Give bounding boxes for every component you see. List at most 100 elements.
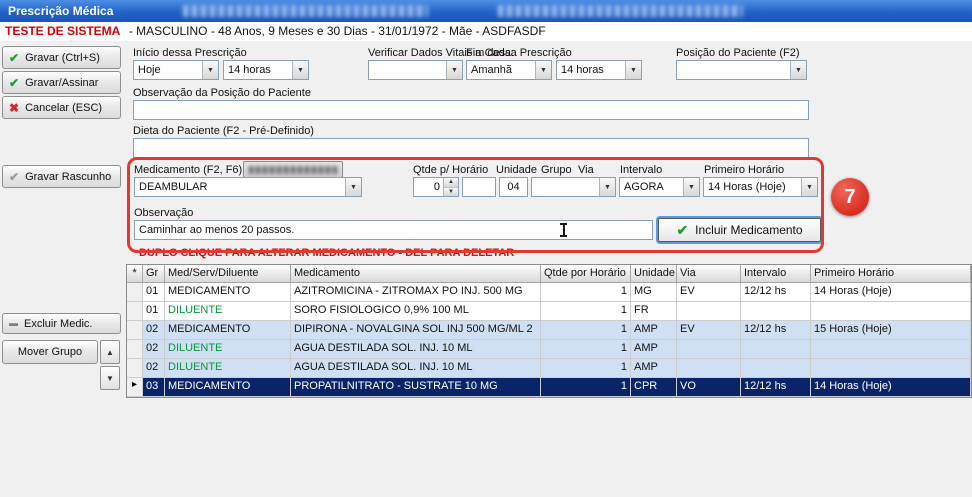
- cell-via: [677, 302, 741, 321]
- cell-medicamento: AGUA DESTILADA SOL. INJ. 10 ML: [291, 340, 541, 359]
- medicamento-select[interactable]: DEAMBULAR ▼: [134, 177, 362, 197]
- save-sign-button-label: Gravar/Assinar: [25, 77, 98, 89]
- row-indicator: [127, 359, 143, 378]
- check-icon: ✔: [9, 52, 19, 64]
- cell-intervalo: 12/12 hs: [741, 283, 811, 302]
- cell-qtde: 1: [541, 283, 631, 302]
- prescription-window: Prescrição Médica TESTE DE SISTEMA - MAS…: [0, 0, 972, 497]
- cell-intervalo: [741, 359, 811, 378]
- cell-via: [677, 340, 741, 359]
- cancel-button[interactable]: ✖ Cancelar (ESC): [2, 96, 121, 119]
- cell-tipo: MEDICAMENTO: [165, 321, 291, 340]
- table-row[interactable]: 02DILUENTEAGUA DESTILADA SOL. INJ. 10 ML…: [127, 359, 971, 378]
- cell-qtde: 1: [541, 340, 631, 359]
- patient-name: TESTE DE SISTEMA: [0, 24, 120, 38]
- qtde-horario-label: Qtde p/ Horário: [413, 164, 488, 176]
- move-group-down-button[interactable]: ▼: [100, 366, 120, 390]
- annotation-step-badge: 7: [831, 178, 869, 216]
- column-header[interactable]: Intervalo: [741, 265, 811, 283]
- grupo-input[interactable]: [499, 177, 528, 197]
- posicao-paciente-value: [677, 61, 790, 79]
- column-header[interactable]: Primeiro Horário: [811, 265, 971, 283]
- dropdown-arrow-icon[interactable]: ▼: [535, 61, 551, 79]
- move-group-button[interactable]: Mover Grupo: [2, 340, 98, 364]
- grid-hint-text: DUPLO CLIQUE PARA ALTERAR MEDICAMENTO - …: [139, 247, 514, 259]
- fim-dia-select[interactable]: Amanhã ▼: [466, 60, 552, 80]
- table-row[interactable]: ▸03MEDICAMENTOPROPATILNITRATO - SUSTRATE…: [127, 378, 971, 397]
- cell-tipo: MEDICAMENTO: [165, 283, 291, 302]
- cell-primeiro: [811, 340, 971, 359]
- column-header[interactable]: Med/Serv/Diluente: [165, 265, 291, 283]
- intervalo-select[interactable]: AGORA ▼: [619, 177, 700, 197]
- dropdown-arrow-icon[interactable]: ▼: [345, 178, 361, 196]
- text-cursor-icon: [559, 223, 568, 237]
- minus-icon: ▬: [9, 319, 18, 328]
- fim-dia-value: Amanhã: [467, 61, 535, 79]
- dropdown-arrow-icon[interactable]: ▼: [683, 178, 699, 196]
- primeiro-horario-value: 14 Horas (Hoje): [704, 178, 801, 196]
- via-value: [532, 178, 599, 196]
- cell-unidade: CPR: [631, 378, 677, 397]
- save-button[interactable]: ✔ Gravar (Ctrl+S): [2, 46, 121, 69]
- check-icon: ✔: [9, 171, 19, 183]
- inicio-dia-select[interactable]: Hoje ▼: [133, 60, 219, 80]
- delete-medication-button[interactable]: ▬ Excluir Medic.: [2, 313, 121, 334]
- cell-primeiro: 14 Horas (Hoje): [811, 283, 971, 302]
- add-medication-button[interactable]: ✔ Incluir Medicamento: [658, 218, 821, 242]
- spinner-down-icon[interactable]: ▼: [444, 188, 458, 197]
- unidade-label: Unidade: [496, 164, 537, 176]
- table-row[interactable]: 01MEDICAMENTOAZITROMICINA - ZITROMAX PO …: [127, 283, 971, 302]
- cell-via: EV: [677, 321, 741, 340]
- spinner-up-icon[interactable]: ▲: [444, 178, 458, 188]
- table-row[interactable]: 01DILUENTESORO FISIOLOGICO 0,9% 100 ML1F…: [127, 302, 971, 321]
- cell-gr: 03: [143, 378, 165, 397]
- dropdown-arrow-icon[interactable]: ▼: [790, 61, 806, 79]
- fim-hora-value: 14 horas: [557, 61, 625, 79]
- dropdown-arrow-icon[interactable]: ▼: [202, 61, 218, 79]
- cell-unidade: AMP: [631, 321, 677, 340]
- dropdown-arrow-icon[interactable]: ▼: [599, 178, 615, 196]
- grid-corner-header: *: [127, 265, 143, 283]
- primeiro-horario-select[interactable]: 14 Horas (Hoje) ▼: [703, 177, 818, 197]
- cell-via: EV: [677, 283, 741, 302]
- blurred-title-text: [498, 5, 743, 17]
- redacted-button[interactable]: [243, 161, 343, 178]
- row-indicator: [127, 283, 143, 302]
- table-row[interactable]: 02DILUENTEAGUA DESTILADA SOL. INJ. 10 ML…: [127, 340, 971, 359]
- table-row[interactable]: 02MEDICAMENTODIPIRONA - NOVALGINA SOL IN…: [127, 321, 971, 340]
- obs-posicao-input[interactable]: [133, 100, 809, 120]
- column-header[interactable]: Via: [677, 265, 741, 283]
- cell-primeiro: [811, 359, 971, 378]
- save-draft-button[interactable]: ✔ Gravar Rascunho: [2, 165, 121, 188]
- column-header[interactable]: Gr: [143, 265, 165, 283]
- verificar-vitais-select[interactable]: ▼: [368, 60, 463, 80]
- dropdown-arrow-icon[interactable]: ▼: [292, 61, 308, 79]
- via-select[interactable]: ▼: [531, 177, 616, 197]
- cell-medicamento: AZITROMICINA - ZITROMAX PO INJ. 500 MG: [291, 283, 541, 302]
- save-sign-button[interactable]: ✔ Gravar/Assinar: [2, 71, 121, 94]
- move-group-up-button[interactable]: ▲: [100, 340, 120, 364]
- cell-intervalo: [741, 340, 811, 359]
- cell-unidade: AMP: [631, 340, 677, 359]
- observacao-input[interactable]: [134, 220, 653, 240]
- fim-hora-select[interactable]: 14 horas ▼: [556, 60, 642, 80]
- cancel-icon: ✖: [9, 102, 19, 114]
- dieta-input[interactable]: [133, 138, 809, 158]
- column-header[interactable]: Qtde por Horário: [541, 265, 631, 283]
- cell-primeiro: 15 Horas (Hoje): [811, 321, 971, 340]
- cell-medicamento: SORO FISIOLOGICO 0,9% 100 ML: [291, 302, 541, 321]
- dropdown-arrow-icon[interactable]: ▼: [801, 178, 817, 196]
- row-indicator: [127, 321, 143, 340]
- cell-tipo: DILUENTE: [165, 302, 291, 321]
- unidade-input[interactable]: [462, 177, 496, 197]
- dropdown-arrow-icon[interactable]: ▼: [446, 61, 462, 79]
- column-header[interactable]: Unidade: [631, 265, 677, 283]
- posicao-paciente-select[interactable]: ▼: [676, 60, 807, 80]
- qtde-spinner[interactable]: 0 ▲ ▼: [413, 177, 459, 197]
- cell-qtde: 1: [541, 378, 631, 397]
- column-header[interactable]: Medicamento: [291, 265, 541, 283]
- cell-via: VO: [677, 378, 741, 397]
- inicio-hora-select[interactable]: 14 horas ▼: [223, 60, 309, 80]
- dropdown-arrow-icon[interactable]: ▼: [625, 61, 641, 79]
- fim-prescricao-label: Fim dessa Prescrição: [466, 47, 572, 59]
